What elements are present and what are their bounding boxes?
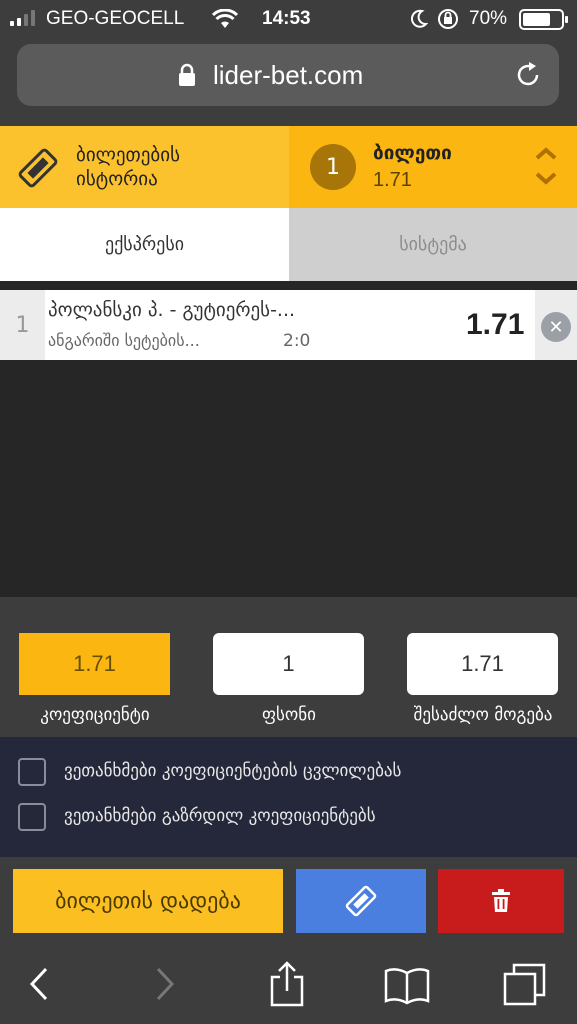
close-icon: ✕	[541, 312, 571, 342]
ticket-label: ბილეთი	[373, 142, 452, 164]
accept-boosted-odds-label: ვეთანხმები გაზრდილ კოეფიციენტებს	[64, 806, 376, 826]
tabs-icon[interactable]	[500, 959, 550, 1009]
bet-odds: 1.71	[466, 308, 525, 341]
status-bar: GEO-GEOCELL 14:53 70%	[0, 0, 577, 38]
ticket-summary[interactable]: 1 ბილეთი 1.71	[289, 126, 577, 208]
bet-index: 1	[0, 290, 45, 360]
clock: 14:53	[262, 8, 311, 29]
trash-icon	[492, 889, 510, 912]
tab-system[interactable]: სისტემა	[289, 208, 577, 281]
accept-boosted-odds-checkbox[interactable]	[18, 803, 46, 831]
expand-collapse-icon[interactable]	[533, 144, 559, 188]
reload-icon[interactable]	[513, 60, 543, 90]
url-text: lider-bet.com	[213, 60, 364, 90]
tab-express[interactable]: ექსპრესი	[0, 208, 289, 281]
stake-caption: ფსონი	[262, 705, 316, 725]
ticket-icon	[18, 148, 58, 188]
ticket-history-button[interactable]: ბილეთების ისტორია	[0, 126, 289, 208]
lock-icon	[179, 63, 195, 86]
ticket-total-odds: 1.71	[373, 169, 412, 191]
wifi-icon	[212, 9, 238, 28]
battery-icon	[519, 9, 568, 30]
bet-calculator: 1.71 1 1.71 კოეფიციენტი ფსონი შესაძლო მო…	[0, 597, 577, 737]
bookmarks-icon[interactable]	[382, 959, 432, 1009]
rotation-lock-icon	[438, 9, 458, 29]
signal-icon	[10, 10, 42, 26]
history-label: ბილეთების ისტორია	[76, 144, 180, 190]
accept-odds-change-label: ვეთანხმები კოეფიციენტების ცვლილებას	[64, 761, 402, 781]
ticket-button[interactable]	[296, 869, 426, 933]
url-field[interactable]: lider-bet.com	[17, 44, 559, 106]
possible-win-caption: შესაძლო მოგება	[413, 705, 553, 725]
moon-icon	[411, 9, 428, 28]
bet-market: ანგარიში სეტების...	[48, 331, 200, 350]
bet-event-title: პოლანსკი პ. - გუტიერეს-...	[48, 299, 296, 321]
coefficient-value: 1.71	[19, 633, 170, 695]
coefficient-caption: კოეფიციენტი	[40, 705, 150, 725]
remove-bet-button[interactable]: ✕	[535, 290, 577, 360]
bet-row: 1 პოლანსკი პ. - გუტიერეს-... ანგარიში სე…	[0, 290, 577, 360]
ticket-icon	[345, 885, 377, 917]
agreements: ვეთანხმები კოეფიციენტების ცვლილებას ვეთა…	[0, 737, 577, 857]
ticket-count-badge: 1	[310, 144, 356, 190]
clear-ticket-button[interactable]	[438, 869, 564, 933]
possible-win-value: 1.71	[407, 633, 558, 695]
bet-outcome: 2:0	[283, 331, 311, 351]
carrier-name: GEO-GEOCELL	[46, 8, 185, 29]
stake-input[interactable]: 1	[213, 633, 364, 695]
browser-address-bar: lider-bet.com	[0, 38, 577, 126]
accept-odds-change-checkbox[interactable]	[18, 758, 46, 786]
share-icon[interactable]	[262, 959, 312, 1009]
browser-toolbar	[0, 945, 577, 1024]
battery-percent: 70%	[469, 8, 508, 29]
forward-icon[interactable]	[140, 959, 190, 1009]
back-icon[interactable]	[14, 959, 64, 1009]
place-bet-button[interactable]: ბილეთის დადება	[13, 869, 283, 933]
bet-actions: ბილეთის დადება	[0, 857, 577, 945]
